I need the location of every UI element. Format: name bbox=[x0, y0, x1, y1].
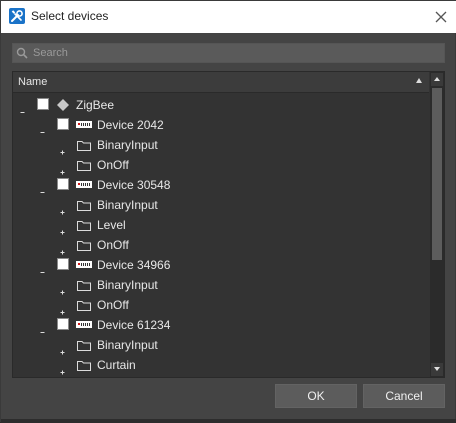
tree-row-label: Device 2042 bbox=[97, 118, 164, 132]
search-icon bbox=[16, 47, 28, 59]
tree-row[interactable]: BinaryInput bbox=[13, 275, 429, 295]
folder-icon bbox=[76, 237, 92, 256]
vertical-scrollbar[interactable] bbox=[430, 72, 444, 377]
folder-icon bbox=[76, 277, 92, 296]
collapse-icon[interactable] bbox=[39, 181, 46, 193]
checkbox[interactable] bbox=[57, 258, 69, 270]
folder-icon bbox=[76, 137, 92, 156]
collapse-icon[interactable] bbox=[19, 101, 26, 113]
expand-icon[interactable] bbox=[59, 301, 66, 315]
checkbox[interactable] bbox=[57, 118, 69, 130]
tree-row[interactable]: BinaryInput bbox=[13, 195, 429, 215]
folder-icon bbox=[76, 157, 92, 176]
expand-icon[interactable] bbox=[59, 361, 66, 375]
tree-row[interactable]: Curtain bbox=[13, 355, 429, 375]
collapse-icon[interactable] bbox=[39, 121, 46, 133]
folder-icon bbox=[76, 217, 92, 236]
expand-icon[interactable] bbox=[59, 141, 66, 155]
folder-icon bbox=[76, 297, 92, 316]
select-devices-dialog: Select devices Name ZigBee Device 2042 Bin… bbox=[0, 0, 456, 423]
column-header-name[interactable]: Name bbox=[13, 72, 429, 93]
device-icon bbox=[76, 257, 92, 276]
scroll-down-button[interactable] bbox=[431, 363, 443, 376]
scroll-up-button[interactable] bbox=[431, 73, 443, 86]
expand-icon[interactable] bbox=[59, 281, 66, 295]
folder-icon bbox=[76, 337, 92, 356]
expand-icon[interactable] bbox=[59, 221, 66, 235]
tree-row-label: BinaryInput bbox=[97, 278, 158, 292]
tree-row-label: Level bbox=[97, 218, 126, 232]
column-header-label: Name bbox=[18, 76, 48, 88]
wrench-screwdriver-icon bbox=[9, 8, 25, 24]
close-button[interactable] bbox=[431, 7, 451, 27]
tree-row[interactable]: Device 30548 bbox=[13, 175, 429, 195]
checkbox[interactable] bbox=[57, 318, 69, 330]
tree-row-label: BinaryInput bbox=[97, 138, 158, 152]
search-input[interactable] bbox=[33, 45, 433, 61]
tree-row-label: Device 34966 bbox=[97, 258, 171, 272]
tree-row-label: OnOff bbox=[97, 238, 129, 252]
close-icon bbox=[435, 11, 447, 23]
tree-row-label: OnOff bbox=[97, 298, 129, 312]
diamond-icon bbox=[56, 97, 70, 116]
checkbox[interactable] bbox=[37, 98, 49, 110]
search-field[interactable] bbox=[12, 43, 445, 63]
tree-row-label: Device 61234 bbox=[97, 318, 171, 332]
tree-row-label: BinaryInput bbox=[97, 198, 158, 212]
folder-icon bbox=[76, 357, 92, 376]
folder-icon bbox=[76, 197, 92, 216]
expand-icon[interactable] bbox=[59, 241, 66, 255]
expand-icon[interactable] bbox=[59, 161, 66, 175]
cancel-button[interactable]: Cancel bbox=[363, 384, 445, 408]
window-title: Select devices bbox=[31, 9, 109, 23]
sort-ascending-icon bbox=[416, 78, 422, 83]
tree-row[interactable]: OnOff bbox=[13, 235, 429, 255]
expand-icon[interactable] bbox=[59, 341, 66, 355]
checkbox[interactable] bbox=[57, 178, 69, 190]
title-bar: Select devices bbox=[1, 1, 456, 33]
tree-row[interactable]: OnOff bbox=[13, 155, 429, 175]
tree-row[interactable]: Device 34966 bbox=[13, 255, 429, 275]
device-tree[interactable]: Name ZigBee Device 2042 BinaryInput OnOff De… bbox=[12, 71, 445, 378]
expand-icon[interactable] bbox=[59, 201, 66, 215]
tree-row-label: BinaryInput bbox=[97, 338, 158, 352]
tree-row[interactable]: ZigBee bbox=[13, 95, 429, 115]
tree-row[interactable]: Device 61234 bbox=[13, 315, 429, 335]
device-icon bbox=[76, 117, 92, 136]
tree-row[interactable]: OnOff bbox=[13, 295, 429, 315]
collapse-icon[interactable] bbox=[39, 261, 46, 273]
tree-row[interactable]: BinaryInput bbox=[13, 335, 429, 355]
ok-button[interactable]: OK bbox=[275, 384, 357, 408]
device-icon bbox=[76, 177, 92, 196]
tree-row[interactable]: Level bbox=[13, 215, 429, 235]
tree-row[interactable]: Device 2042 bbox=[13, 115, 429, 135]
tree-row[interactable]: BinaryInput bbox=[13, 135, 429, 155]
bottom-border bbox=[1, 419, 456, 423]
collapse-icon[interactable] bbox=[39, 321, 46, 333]
tree-row-label: OnOff bbox=[97, 158, 129, 172]
device-icon bbox=[76, 317, 92, 336]
tree-row-label: ZigBee bbox=[76, 98, 115, 112]
tree-row-label: Curtain bbox=[97, 358, 136, 372]
scrollbar-thumb[interactable] bbox=[432, 88, 442, 260]
tree-row-label: Device 30548 bbox=[97, 178, 171, 192]
